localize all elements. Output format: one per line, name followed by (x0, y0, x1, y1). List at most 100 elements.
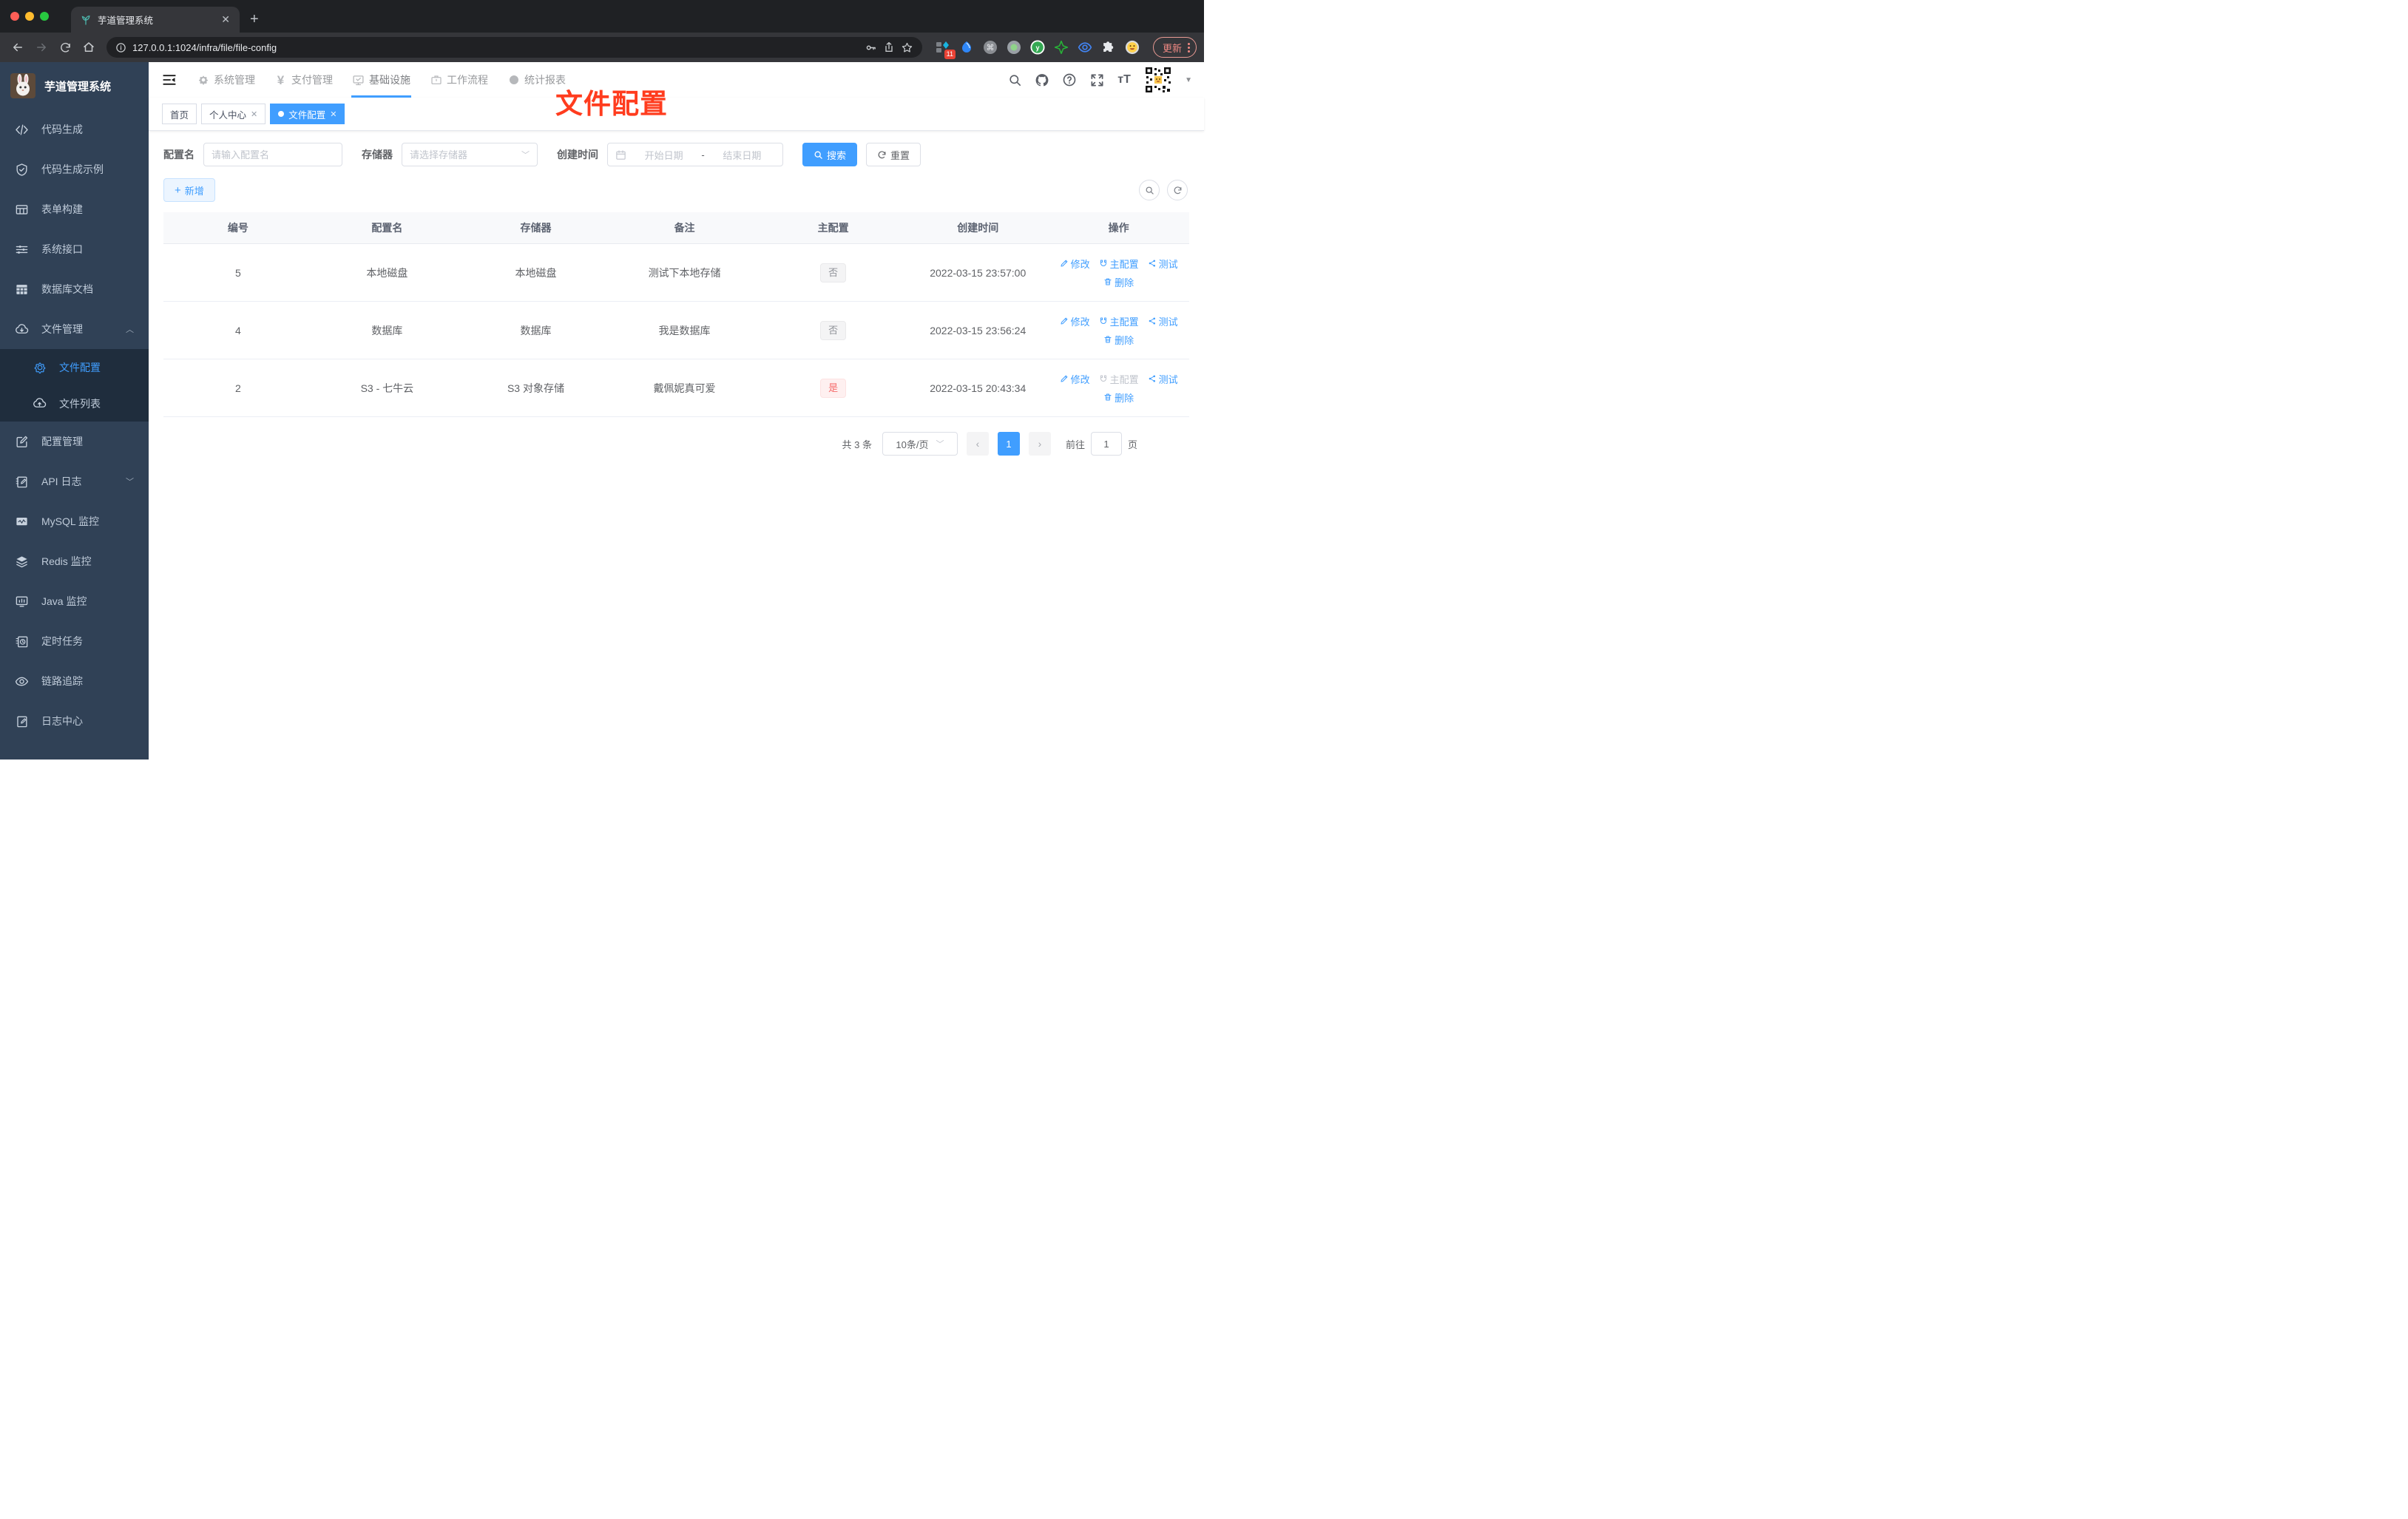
forward-icon[interactable] (31, 37, 52, 58)
minimize-window-button[interactable] (25, 12, 34, 21)
nav-item-payment[interactable]: ¥ 支付管理 (265, 62, 342, 98)
search-button[interactable]: 搜索 (802, 143, 858, 166)
storage-select[interactable]: ﹀ (402, 143, 538, 166)
date-start-placeholder: 开始日期 (644, 149, 683, 161)
dashboard-icon (507, 74, 520, 87)
extension-star-icon[interactable] (1054, 40, 1069, 55)
tag-home[interactable]: 首页 (162, 104, 197, 124)
nav-item-reports[interactable]: 统计报表 (498, 62, 575, 98)
nav-item-infrastructure[interactable]: 基础设施 (342, 62, 420, 98)
nav-item-system[interactable]: 系统管理 (187, 62, 265, 98)
new-tab-button[interactable]: + (250, 11, 259, 28)
sidebar-item-file-config[interactable]: 文件配置 (0, 349, 149, 385)
sidebar-item-label: MySQL 监控 (41, 515, 100, 527)
sidebar-item-mysql-monitor[interactable]: MySQL 监控 (0, 501, 149, 541)
refresh-table-button[interactable] (1167, 180, 1188, 200)
browser-update-button[interactable]: 更新 (1152, 37, 1197, 58)
sidebar-item-system-api[interactable]: 系统接口 (0, 229, 149, 269)
sidebar-collapse-icon[interactable] (160, 71, 178, 89)
help-icon[interactable] (1062, 72, 1077, 87)
config-name-input-field[interactable] (212, 149, 334, 160)
sidebar: 芋道管理系统 代码生成 代码生成示例 表单构建 系统接口 数据库文档 文件管理 … (0, 62, 149, 760)
master-config-link[interactable]: 主配置 (1099, 257, 1139, 271)
tag-file-config[interactable]: 文件配置 ✕ (270, 104, 345, 124)
sidebar-item-code-generation[interactable]: 代码生成 (0, 109, 149, 149)
sidebar-item-config-management[interactable]: 配置管理 (0, 422, 149, 461)
address-bar[interactable]: 127.0.0.1:1024/infra/file/file-config (106, 37, 922, 58)
extension-y-icon[interactable]: y (1030, 40, 1045, 55)
app-shell: 芋道管理系统 代码生成 代码生成示例 表单构建 系统接口 数据库文档 文件管理 … (0, 62, 1204, 760)
reset-button[interactable]: 重置 (866, 143, 921, 166)
back-icon[interactable] (7, 37, 28, 58)
github-icon[interactable] (1035, 72, 1049, 87)
font-size-icon[interactable]: ᴛT (1117, 72, 1132, 87)
profile-emoji-icon[interactable] (1125, 40, 1140, 55)
next-page-button[interactable]: › (1028, 432, 1051, 456)
active-dot-icon (278, 111, 285, 117)
tab-close-icon[interactable]: ✕ (219, 13, 232, 26)
fullscreen-icon[interactable] (1089, 72, 1104, 87)
goto-page-input[interactable] (1090, 432, 1122, 456)
test-link[interactable]: 测试 (1148, 314, 1178, 328)
sidebar-item-log-center[interactable]: 日志中心 (0, 701, 149, 741)
table-toolbar: + 新增 (163, 178, 1189, 202)
extension-grey-circle-icon[interactable] (1007, 40, 1021, 55)
home-icon[interactable] (78, 37, 99, 58)
sidebar-logo[interactable]: 芋道管理系统 (0, 62, 149, 109)
sliders-icon (15, 243, 29, 257)
master-config-link[interactable]: 主配置 (1099, 314, 1139, 328)
tag-label: 文件配置 (288, 109, 326, 121)
caret-down-icon[interactable]: ▼ (1185, 76, 1192, 84)
page-number-1[interactable]: 1 (997, 432, 1020, 456)
storage-select-field[interactable] (410, 149, 517, 160)
sidebar-item-api-log[interactable]: API 日志 ﹀ (0, 461, 149, 501)
column-header-created: 创建时间 (957, 222, 999, 234)
config-name-input[interactable] (203, 143, 342, 166)
extension-command-icon[interactable]: ⌘ (983, 40, 998, 55)
date-range-picker[interactable]: 开始日期 - 结束日期 (607, 143, 783, 166)
prev-page-button[interactable]: ‹ (966, 432, 989, 456)
browser-menu-icon[interactable] (1188, 42, 1190, 53)
tag-profile[interactable]: 个人中心 ✕ (201, 104, 266, 124)
trash-icon (1103, 393, 1112, 402)
edit-link[interactable]: 修改 (1060, 372, 1090, 386)
extension-drop-icon[interactable] (959, 40, 974, 55)
test-link[interactable]: 测试 (1148, 372, 1178, 386)
site-info-icon[interactable] (115, 42, 126, 53)
bookmark-star-icon[interactable] (901, 41, 913, 54)
page-size-select[interactable]: 10条/页 ﹀ (882, 432, 958, 456)
sidebar-item-form-builder[interactable]: 表单构建 (0, 189, 149, 229)
show-search-button[interactable] (1139, 180, 1160, 200)
sidebar-item-scheduled-tasks[interactable]: 定时任务 (0, 621, 149, 661)
add-button[interactable]: + 新增 (163, 178, 215, 202)
sidebar-item-java-monitor[interactable]: Java 监控 (0, 581, 149, 621)
extension-eye-icon[interactable] (1078, 40, 1092, 55)
sidebar-item-file-management[interactable]: 文件管理 ︿ (0, 309, 149, 349)
edit-link[interactable]: 修改 (1060, 314, 1090, 328)
delete-link[interactable]: 删除 (1103, 390, 1134, 405)
sidebar-item-tracing[interactable]: 链路追踪 (0, 661, 149, 701)
avatar[interactable] (1144, 66, 1173, 94)
sidebar-item-file-list[interactable]: 文件列表 (0, 385, 149, 422)
cell-name: S3 - 七牛云 (360, 382, 414, 394)
tag-close-icon[interactable]: ✕ (330, 109, 336, 119)
sidebar-item-code-demo[interactable]: 代码生成示例 (0, 149, 149, 189)
browser-tab[interactable]: 芋道管理系统 ✕ (71, 7, 240, 33)
extensions-puzzle-icon[interactable] (1101, 40, 1116, 55)
test-link[interactable]: 测试 (1148, 257, 1178, 271)
reload-icon[interactable] (55, 37, 75, 58)
extension-tabs-icon[interactable]: 11 (936, 40, 956, 59)
tag-close-icon[interactable]: ✕ (251, 109, 257, 119)
sidebar-item-db-doc[interactable]: 数据库文档 (0, 269, 149, 309)
sidebar-item-redis-monitor[interactable]: Redis 监控 (0, 541, 149, 581)
edit-link[interactable]: 修改 (1060, 257, 1090, 271)
maximize-window-button[interactable] (40, 12, 49, 21)
nav-item-workflow[interactable]: 工作流程 (420, 62, 498, 98)
close-window-button[interactable] (10, 12, 19, 21)
password-key-icon[interactable] (865, 41, 877, 54)
file-config-table: 编号 配置名 存储器 备注 主配置 创建时间 操作 5 本地磁盘 本地磁盘 测试… (163, 212, 1189, 417)
delete-link[interactable]: 删除 (1103, 333, 1134, 347)
delete-link[interactable]: 删除 (1103, 275, 1134, 289)
share-icon[interactable] (883, 41, 895, 53)
search-icon[interactable] (1007, 72, 1022, 87)
